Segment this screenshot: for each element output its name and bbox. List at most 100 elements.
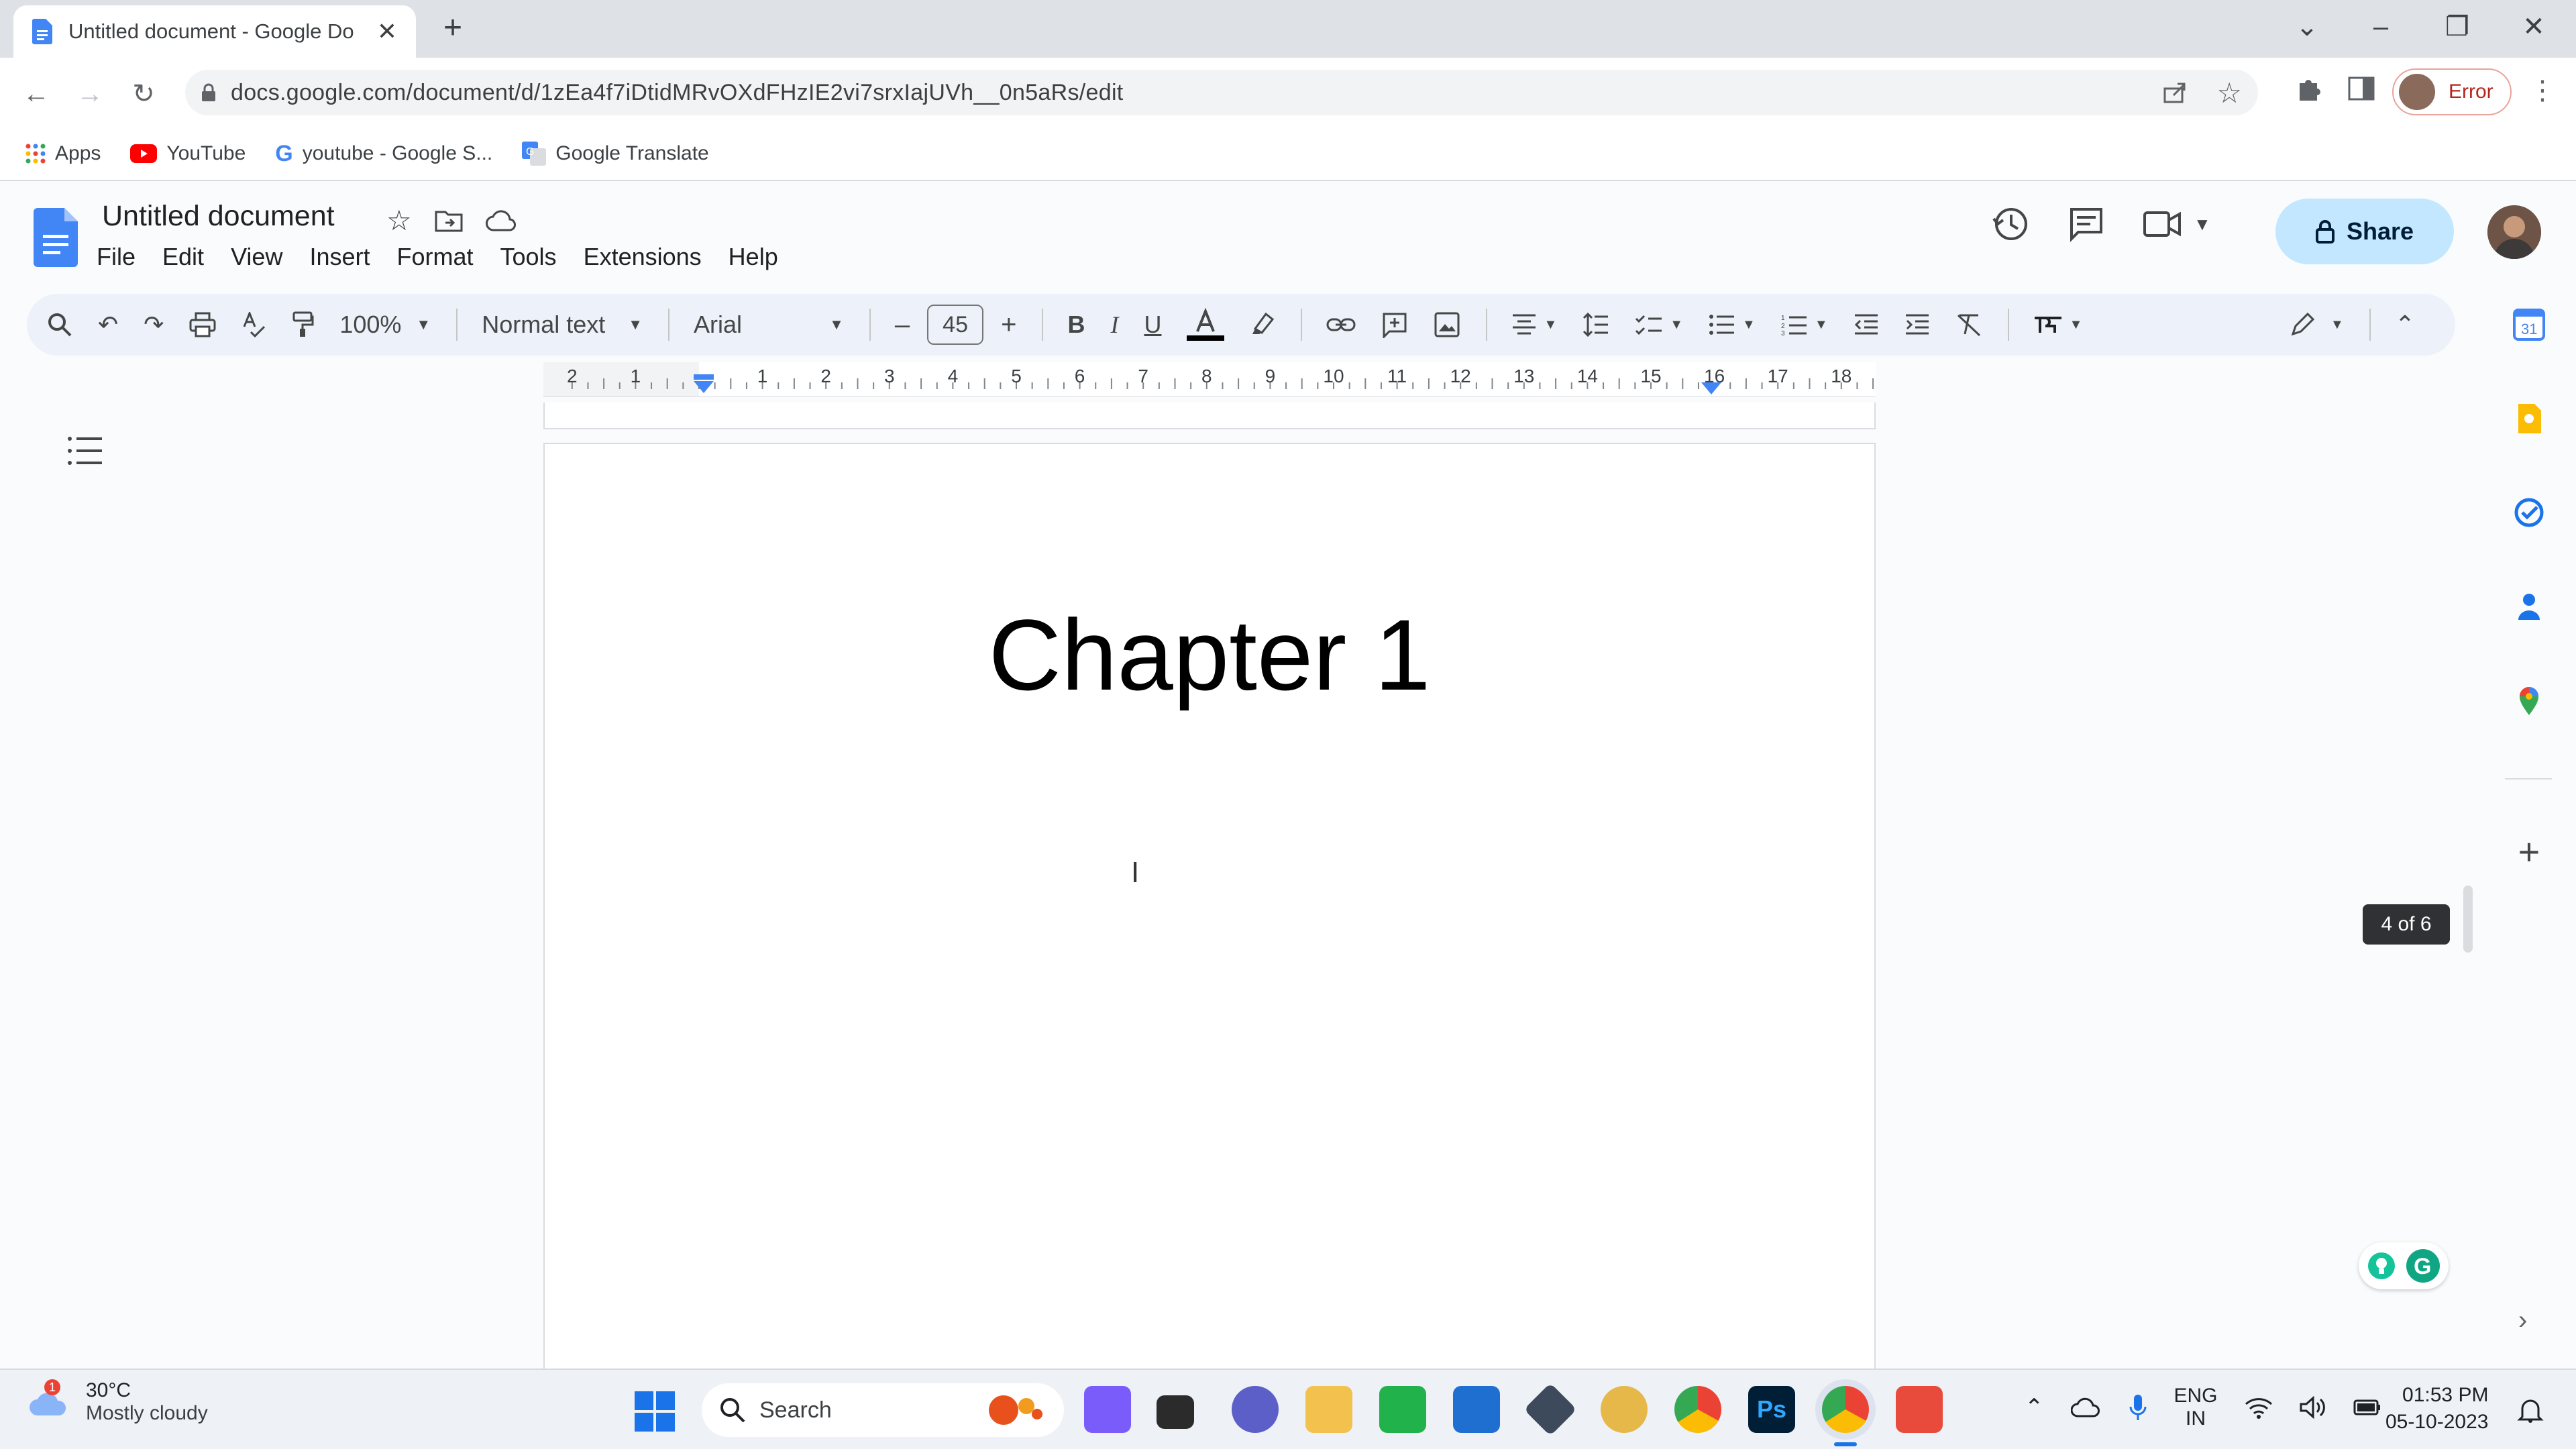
version-history-icon[interactable] <box>1992 205 2030 243</box>
microphone-icon[interactable] <box>2129 1393 2147 1421</box>
input-tools-select[interactable]: ▼ <box>2033 314 2082 335</box>
insert-image-icon[interactable] <box>1434 311 1460 338</box>
restore-button[interactable]: ❐ <box>2420 0 2494 54</box>
share-button[interactable]: Share <box>2275 199 2454 264</box>
paragraph-style-select[interactable]: Normal text ▼ <box>482 311 643 339</box>
decrease-indent-icon[interactable] <box>1854 313 1879 336</box>
align-select[interactable]: ▼ <box>1511 313 1557 336</box>
volume-icon[interactable] <box>2300 1396 2326 1419</box>
font-family-select[interactable]: Arial ▼ <box>694 311 844 339</box>
taskbar-search-box[interactable]: Search <box>702 1383 1064 1437</box>
increase-indent-icon[interactable] <box>1904 313 1930 336</box>
calendar-icon[interactable]: 31 <box>2513 309 2545 341</box>
meet-call-button[interactable]: ▼ <box>2143 211 2211 237</box>
onedrive-cloud-icon[interactable] <box>2070 1397 2102 1417</box>
insert-link-icon[interactable] <box>1326 317 1356 333</box>
text-color-icon[interactable] <box>1187 307 1225 342</box>
copilot-app-icon[interactable] <box>1084 1386 1131 1433</box>
document-page[interactable] <box>543 443 1876 1368</box>
task-view-icon[interactable] <box>1157 1395 1194 1429</box>
redo-icon[interactable]: ↷ <box>144 311 164 339</box>
checklist-select[interactable]: ▼ <box>1635 313 1683 336</box>
menu-edit[interactable]: Edit <box>162 243 204 271</box>
address-bar[interactable]: docs.google.com/document/d/1zEa4f7iDtidM… <box>185 70 2258 115</box>
menu-file[interactable]: File <box>97 243 136 271</box>
browser-menu-icon[interactable]: ⋮ <box>2529 75 2556 106</box>
paint-format-icon[interactable] <box>291 311 314 338</box>
cloud-saved-icon[interactable] <box>485 209 517 231</box>
bookmark-apps[interactable]: Apps <box>25 142 101 165</box>
keep-icon[interactable] <box>2513 402 2545 435</box>
tasks-icon[interactable] <box>2513 496 2545 529</box>
right-indent-marker-icon[interactable] <box>1701 374 1721 394</box>
font-size-input[interactable]: 45 <box>927 305 984 345</box>
weather-widget[interactable]: 1 30°C Mostly cloudy <box>30 1379 208 1425</box>
menu-help[interactable]: Help <box>729 243 778 271</box>
minimize-button[interactable]: – <box>2344 0 2418 54</box>
zoom-select[interactable]: 100% ▼ <box>339 311 431 339</box>
chrome-active-icon[interactable] <box>1822 1386 1869 1433</box>
bookmark-google-translate[interactable]: G Google Translate <box>522 142 709 166</box>
bold-icon[interactable]: B <box>1067 311 1085 339</box>
notifications-icon[interactable] <box>2517 1397 2544 1424</box>
left-indent-marker-icon[interactable] <box>692 374 715 394</box>
get-addons-icon[interactable]: + <box>2513 833 2545 871</box>
tab-search-chevron-icon[interactable]: ⌄ <box>2270 0 2344 54</box>
game-app-icon[interactable] <box>1601 1386 1648 1433</box>
horizontal-ruler[interactable]: 2 1 1 2 3 4 5 6 7 8 9 10 11 12 13 14 15 16 17 18 <box>543 362 1876 397</box>
recorder-app-icon[interactable] <box>1896 1386 1943 1433</box>
star-icon[interactable]: ☆ <box>386 204 412 237</box>
language-indicator[interactable]: ENG IN <box>2174 1385 2218 1430</box>
increase-font-size-icon[interactable]: + <box>1001 310 1016 340</box>
close-window-button[interactable]: ✕ <box>2497 0 2571 54</box>
forward-button[interactable]: → <box>70 74 110 114</box>
comments-icon[interactable] <box>2068 205 2105 243</box>
side-panel-icon[interactable] <box>2348 76 2375 101</box>
system-clock[interactable]: 01:53 PM 05-10-2023 <box>2385 1382 2488 1436</box>
bookmark-google-search[interactable]: G youtube - Google S... <box>275 141 492 167</box>
highlight-color-icon[interactable] <box>1250 311 1275 338</box>
extensions-icon[interactable] <box>2294 74 2324 103</box>
new-tab-button[interactable]: + <box>436 12 470 46</box>
vertical-scrollbar[interactable] <box>2463 885 2473 953</box>
editing-mode-select[interactable]: ▼ <box>2289 311 2344 338</box>
account-avatar[interactable] <box>2487 205 2541 259</box>
maps-icon[interactable] <box>2513 684 2545 716</box>
windows-start-icon[interactable] <box>635 1391 675 1432</box>
grammarly-widget[interactable]: G <box>2359 1242 2449 1289</box>
photoshop-icon[interactable]: Ps <box>1748 1386 1795 1433</box>
hide-menus-icon[interactable]: ⌃ <box>2395 311 2415 339</box>
document-title[interactable]: Untitled document <box>102 200 335 233</box>
camtasia-icon[interactable] <box>1379 1386 1426 1433</box>
tab-close-icon[interactable]: ✕ <box>377 17 397 46</box>
profile-button[interactable]: Error <box>2392 68 2512 115</box>
browser-tab[interactable]: Untitled document - Google Do ✕ <box>13 5 416 58</box>
reload-button[interactable]: ↻ <box>123 74 164 114</box>
line-spacing-icon[interactable] <box>1582 313 1609 337</box>
teams-chat-icon[interactable] <box>1232 1386 1279 1433</box>
tray-overflow-chevron-icon[interactable]: ⌃ <box>2025 1394 2044 1421</box>
microsoft-store-icon[interactable] <box>1453 1386 1500 1433</box>
menu-tools[interactable]: Tools <box>500 243 557 271</box>
menu-extensions[interactable]: Extensions <box>584 243 702 271</box>
menu-view[interactable]: View <box>231 243 282 271</box>
docs-logo-icon[interactable] <box>34 208 78 267</box>
expand-side-panel-icon[interactable]: › <box>2518 1305 2527 1336</box>
document-outline-icon[interactable] <box>67 436 102 466</box>
contacts-icon[interactable] <box>2513 590 2545 623</box>
print-icon[interactable] <box>189 312 216 337</box>
move-folder-icon[interactable] <box>435 209 463 232</box>
chapter-heading[interactable]: Chapter 1 <box>543 597 1876 713</box>
menu-insert[interactable]: Insert <box>309 243 370 271</box>
menu-format[interactable]: Format <box>397 243 474 271</box>
italic-icon[interactable]: I <box>1110 311 1118 339</box>
add-comment-icon[interactable] <box>1381 311 1408 338</box>
bulleted-list-select[interactable]: ▼ <box>1709 313 1756 336</box>
underline-icon[interactable]: U <box>1144 311 1161 339</box>
battery-icon[interactable] <box>2353 1398 2381 1417</box>
numbered-list-select[interactable]: 123 ▼ <box>1781 313 1828 336</box>
file-explorer-icon[interactable] <box>1305 1386 1352 1433</box>
back-button[interactable]: ← <box>16 74 56 114</box>
clear-formatting-icon[interactable] <box>1955 313 1982 337</box>
spellcheck-icon[interactable] <box>241 312 266 337</box>
